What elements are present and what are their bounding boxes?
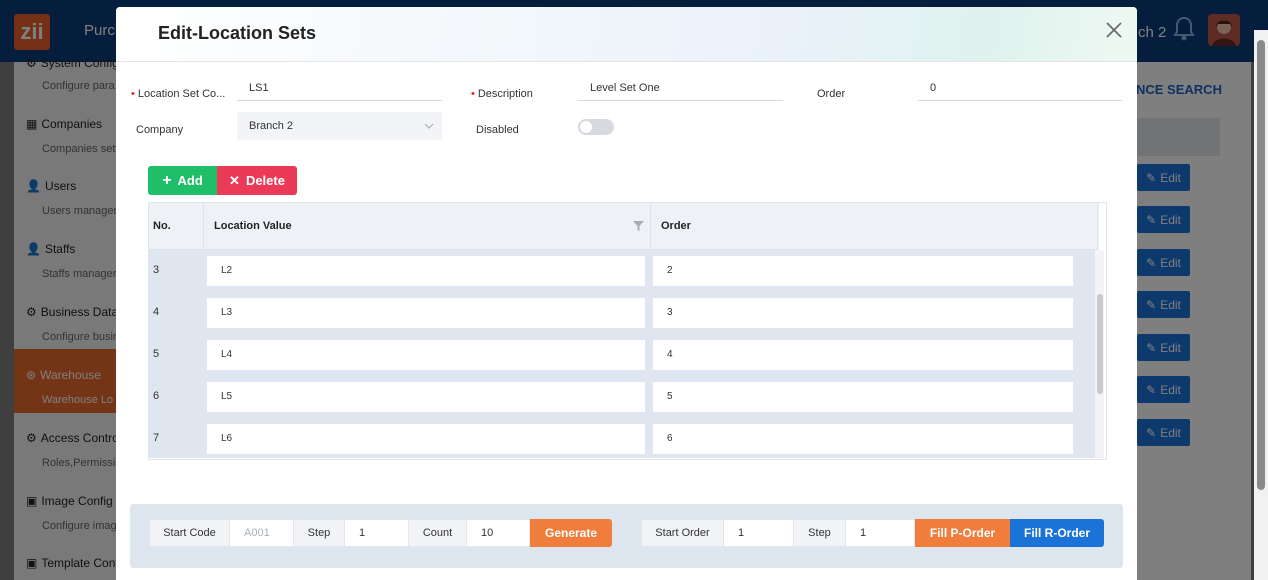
dialog-title: Edit-Location Sets: [158, 23, 317, 43]
start-order-input[interactable]: 1: [723, 519, 794, 547]
edit-location-sets-dialog: Edit-Location Sets • Location Set Co... L…: [116, 7, 1137, 580]
count-label: Count: [408, 519, 467, 547]
column-header-location-value[interactable]: Location Value: [214, 203, 292, 249]
grid-scrollbar[interactable]: [1095, 250, 1104, 458]
location-value-cell[interactable]: L5: [207, 382, 645, 412]
dialog-header: Edit-Location Sets: [116, 7, 1137, 62]
table-row[interactable]: 6 L5 5: [149, 376, 1095, 418]
row-number: 5: [153, 348, 160, 360]
company-label: Company: [136, 124, 184, 136]
step-order-input[interactable]: 1: [845, 519, 915, 547]
location-value-cell[interactable]: L4: [207, 340, 645, 370]
location-set-code-label: • Location Set Co...: [131, 88, 226, 100]
order-cell[interactable]: 3: [653, 298, 1073, 328]
disabled-label: Disabled: [476, 124, 519, 136]
generator-bar: Start Code A001 Step 1 Count 10 Generate…: [130, 504, 1123, 568]
fill-r-order-button[interactable]: Fill R-Order: [1010, 519, 1104, 547]
grid-scrollbar-thumb[interactable]: [1097, 294, 1103, 394]
disabled-toggle[interactable]: [578, 119, 614, 135]
delete-button[interactable]: ✕ Delete: [217, 166, 297, 195]
description-input[interactable]: Level Set One: [578, 77, 783, 101]
generate-button[interactable]: Generate: [530, 519, 612, 547]
start-order-label: Start Order: [641, 519, 724, 547]
column-divider: [1097, 203, 1098, 249]
column-divider[interactable]: [650, 203, 651, 249]
grid-header: No. Location Value Order: [149, 203, 1099, 250]
column-header-no[interactable]: No.: [153, 203, 171, 249]
filter-icon[interactable]: [633, 221, 644, 231]
grid-body: 3 L2 2 4 L3 3 5 L4 4 6 L5 5 7 L6 6: [149, 250, 1095, 458]
page-scrollbar-thumb[interactable]: [1257, 40, 1265, 490]
table-row[interactable]: 3 L2 2: [149, 250, 1095, 292]
column-header-order[interactable]: Order: [661, 203, 691, 249]
order-cell[interactable]: 4: [653, 340, 1073, 370]
fill-p-order-button[interactable]: Fill P-Order: [915, 519, 1010, 547]
step-label: Step: [293, 519, 345, 547]
step-order-label: Step: [793, 519, 846, 547]
row-number: 6: [153, 390, 160, 402]
company-select-value: Branch 2: [249, 120, 294, 132]
location-value-cell[interactable]: L6: [207, 424, 645, 454]
step-input[interactable]: 1: [344, 519, 409, 547]
add-button[interactable]: + Add: [148, 166, 217, 195]
company-select[interactable]: Branch 2: [237, 112, 442, 140]
order-label: Order: [817, 88, 846, 100]
x-icon: ✕: [229, 172, 240, 188]
close-icon[interactable]: [1103, 19, 1125, 41]
description-label: • Description: [471, 88, 533, 100]
order-cell[interactable]: 2: [653, 256, 1073, 286]
row-number: 7: [153, 432, 160, 444]
location-values-grid: No. Location Value Order 3 L2 2 4 L3 3 5…: [148, 202, 1107, 460]
order-cell[interactable]: 6: [653, 424, 1073, 454]
order-input[interactable]: 0: [918, 77, 1122, 101]
table-row[interactable]: 7 L6 6: [149, 418, 1095, 459]
table-row[interactable]: 5 L4 4: [149, 334, 1095, 376]
row-number: 4: [153, 306, 160, 318]
column-divider[interactable]: [203, 203, 204, 249]
table-row[interactable]: 4 L3 3: [149, 292, 1095, 334]
location-set-code-input[interactable]: LS1: [237, 77, 442, 101]
chevron-down-icon: [424, 123, 434, 129]
toggle-knob: [580, 121, 592, 133]
row-number: 3: [153, 264, 160, 276]
plus-icon: +: [162, 171, 172, 189]
start-code-input[interactable]: A001: [229, 519, 294, 547]
order-cell[interactable]: 5: [653, 382, 1073, 412]
location-value-cell[interactable]: L2: [207, 256, 645, 286]
location-value-cell[interactable]: L3: [207, 298, 645, 328]
start-code-label: Start Code: [149, 519, 230, 547]
count-input[interactable]: 10: [466, 519, 530, 547]
